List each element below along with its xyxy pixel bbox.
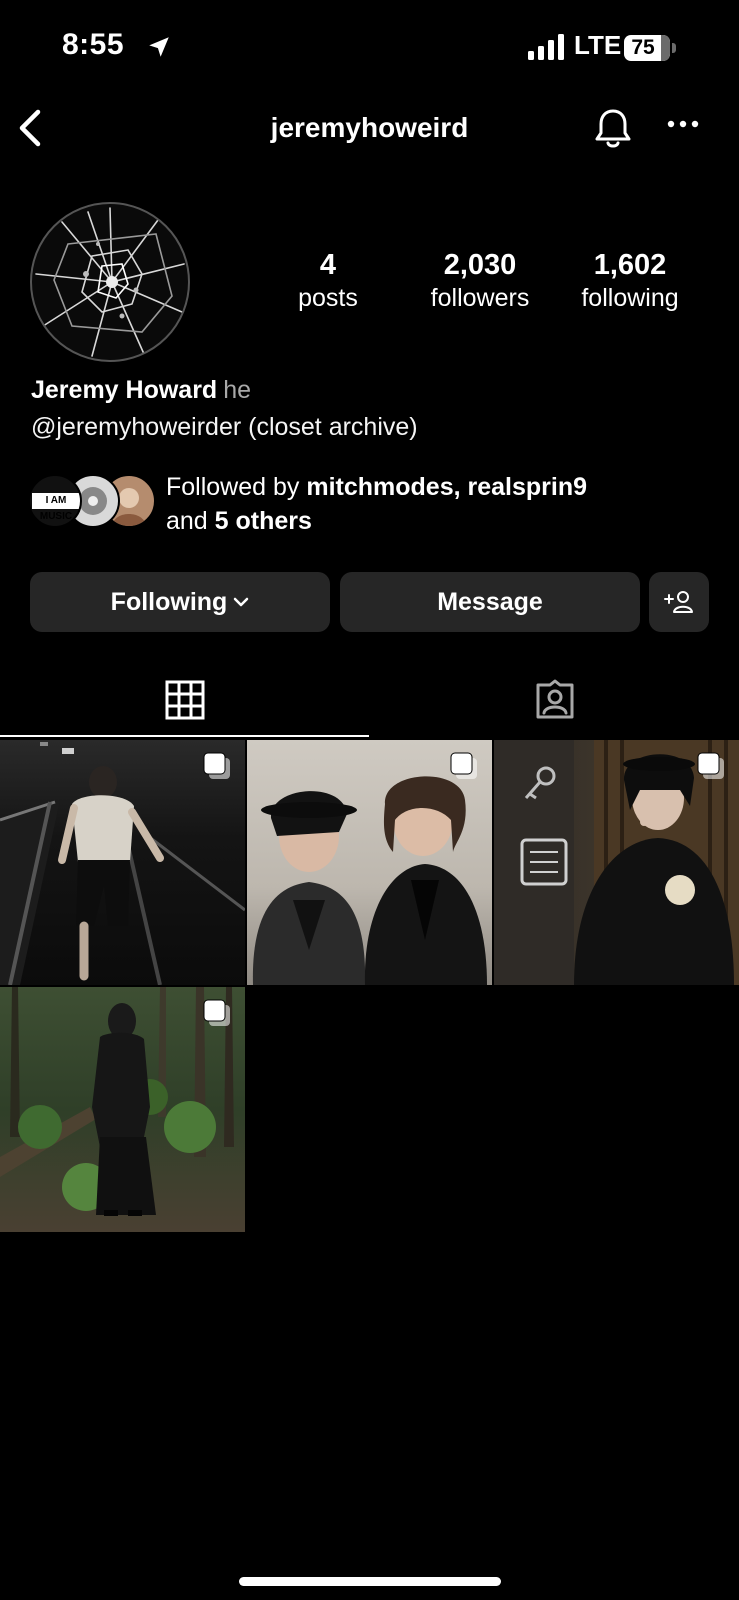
carousel-icon bbox=[203, 752, 230, 779]
chevron-down-icon bbox=[234, 597, 249, 607]
tab-tagged[interactable] bbox=[370, 660, 739, 740]
battery-icon: 75 bbox=[624, 35, 670, 61]
profile-full-name: Jeremy Howard he bbox=[31, 376, 251, 405]
post-thumbnail[interactable] bbox=[494, 740, 739, 985]
following-label: following bbox=[581, 284, 679, 312]
pronouns: he bbox=[223, 376, 252, 404]
status-time: 8:55 bbox=[62, 28, 125, 61]
more-options-icon[interactable] bbox=[666, 118, 700, 130]
followed-by-prefix: Followed by bbox=[166, 473, 307, 501]
profile-avatar[interactable] bbox=[30, 202, 190, 362]
carousel-icon bbox=[203, 999, 230, 1026]
network-type: LTE bbox=[574, 30, 622, 60]
post-thumbnail[interactable] bbox=[0, 740, 245, 985]
active-tab-indicator bbox=[0, 735, 369, 737]
following-count: 1,602 bbox=[593, 249, 667, 281]
add-user-icon bbox=[664, 591, 693, 613]
followed-by-text[interactable]: Followed by mitchmodes, realsprin9 and 5 … bbox=[166, 470, 706, 538]
posts-count-stat: 4 posts bbox=[273, 248, 383, 314]
followed-by-and: and bbox=[166, 507, 215, 535]
home-indicator[interactable] bbox=[239, 1577, 501, 1586]
message-button-label: Message bbox=[437, 587, 543, 616]
profile-bio[interactable]: @jeremyhoweirder (closet archive) bbox=[31, 413, 418, 442]
followed-by-others: 5 others bbox=[214, 507, 312, 535]
posts-label: posts bbox=[298, 284, 358, 312]
followers-stat[interactable]: 2,030 followers bbox=[415, 248, 545, 314]
post-thumbnail[interactable] bbox=[0, 987, 245, 1232]
tagged-person-icon bbox=[536, 679, 573, 719]
status-bar: 8:55 LTE 75 bbox=[0, 0, 739, 100]
battery-level: 75 bbox=[631, 36, 655, 59]
mutual-avatar-text: I AM MUSIC bbox=[32, 493, 80, 522]
carousel-icon bbox=[450, 752, 477, 779]
notification-bell-icon[interactable] bbox=[593, 107, 633, 151]
post-thumbnail[interactable] bbox=[247, 740, 492, 985]
carousel-icon bbox=[697, 752, 724, 779]
mutual-followers-avatars[interactable]: I AM MUSIC bbox=[28, 474, 158, 530]
posts-count: 4 bbox=[319, 249, 337, 281]
grid-icon bbox=[165, 680, 204, 720]
following-stat[interactable]: 1,602 following bbox=[565, 248, 695, 314]
followed-by-names: mitchmodes, realsprin9 bbox=[306, 473, 588, 501]
shattered-glass-image bbox=[35, 207, 185, 357]
following-button[interactable]: Following bbox=[30, 572, 330, 632]
full-name-text: Jeremy Howard bbox=[31, 376, 218, 404]
suggested-users-button[interactable] bbox=[649, 572, 709, 632]
cellular-signal-icon bbox=[528, 34, 564, 60]
location-arrow-icon bbox=[149, 37, 169, 57]
tab-posts-grid[interactable] bbox=[0, 660, 369, 740]
message-button[interactable]: Message bbox=[340, 572, 640, 632]
followers-count: 2,030 bbox=[443, 249, 517, 281]
followers-label: followers bbox=[430, 284, 530, 312]
following-button-label: Following bbox=[110, 587, 228, 616]
mutual-avatar: I AM MUSIC bbox=[28, 474, 82, 528]
